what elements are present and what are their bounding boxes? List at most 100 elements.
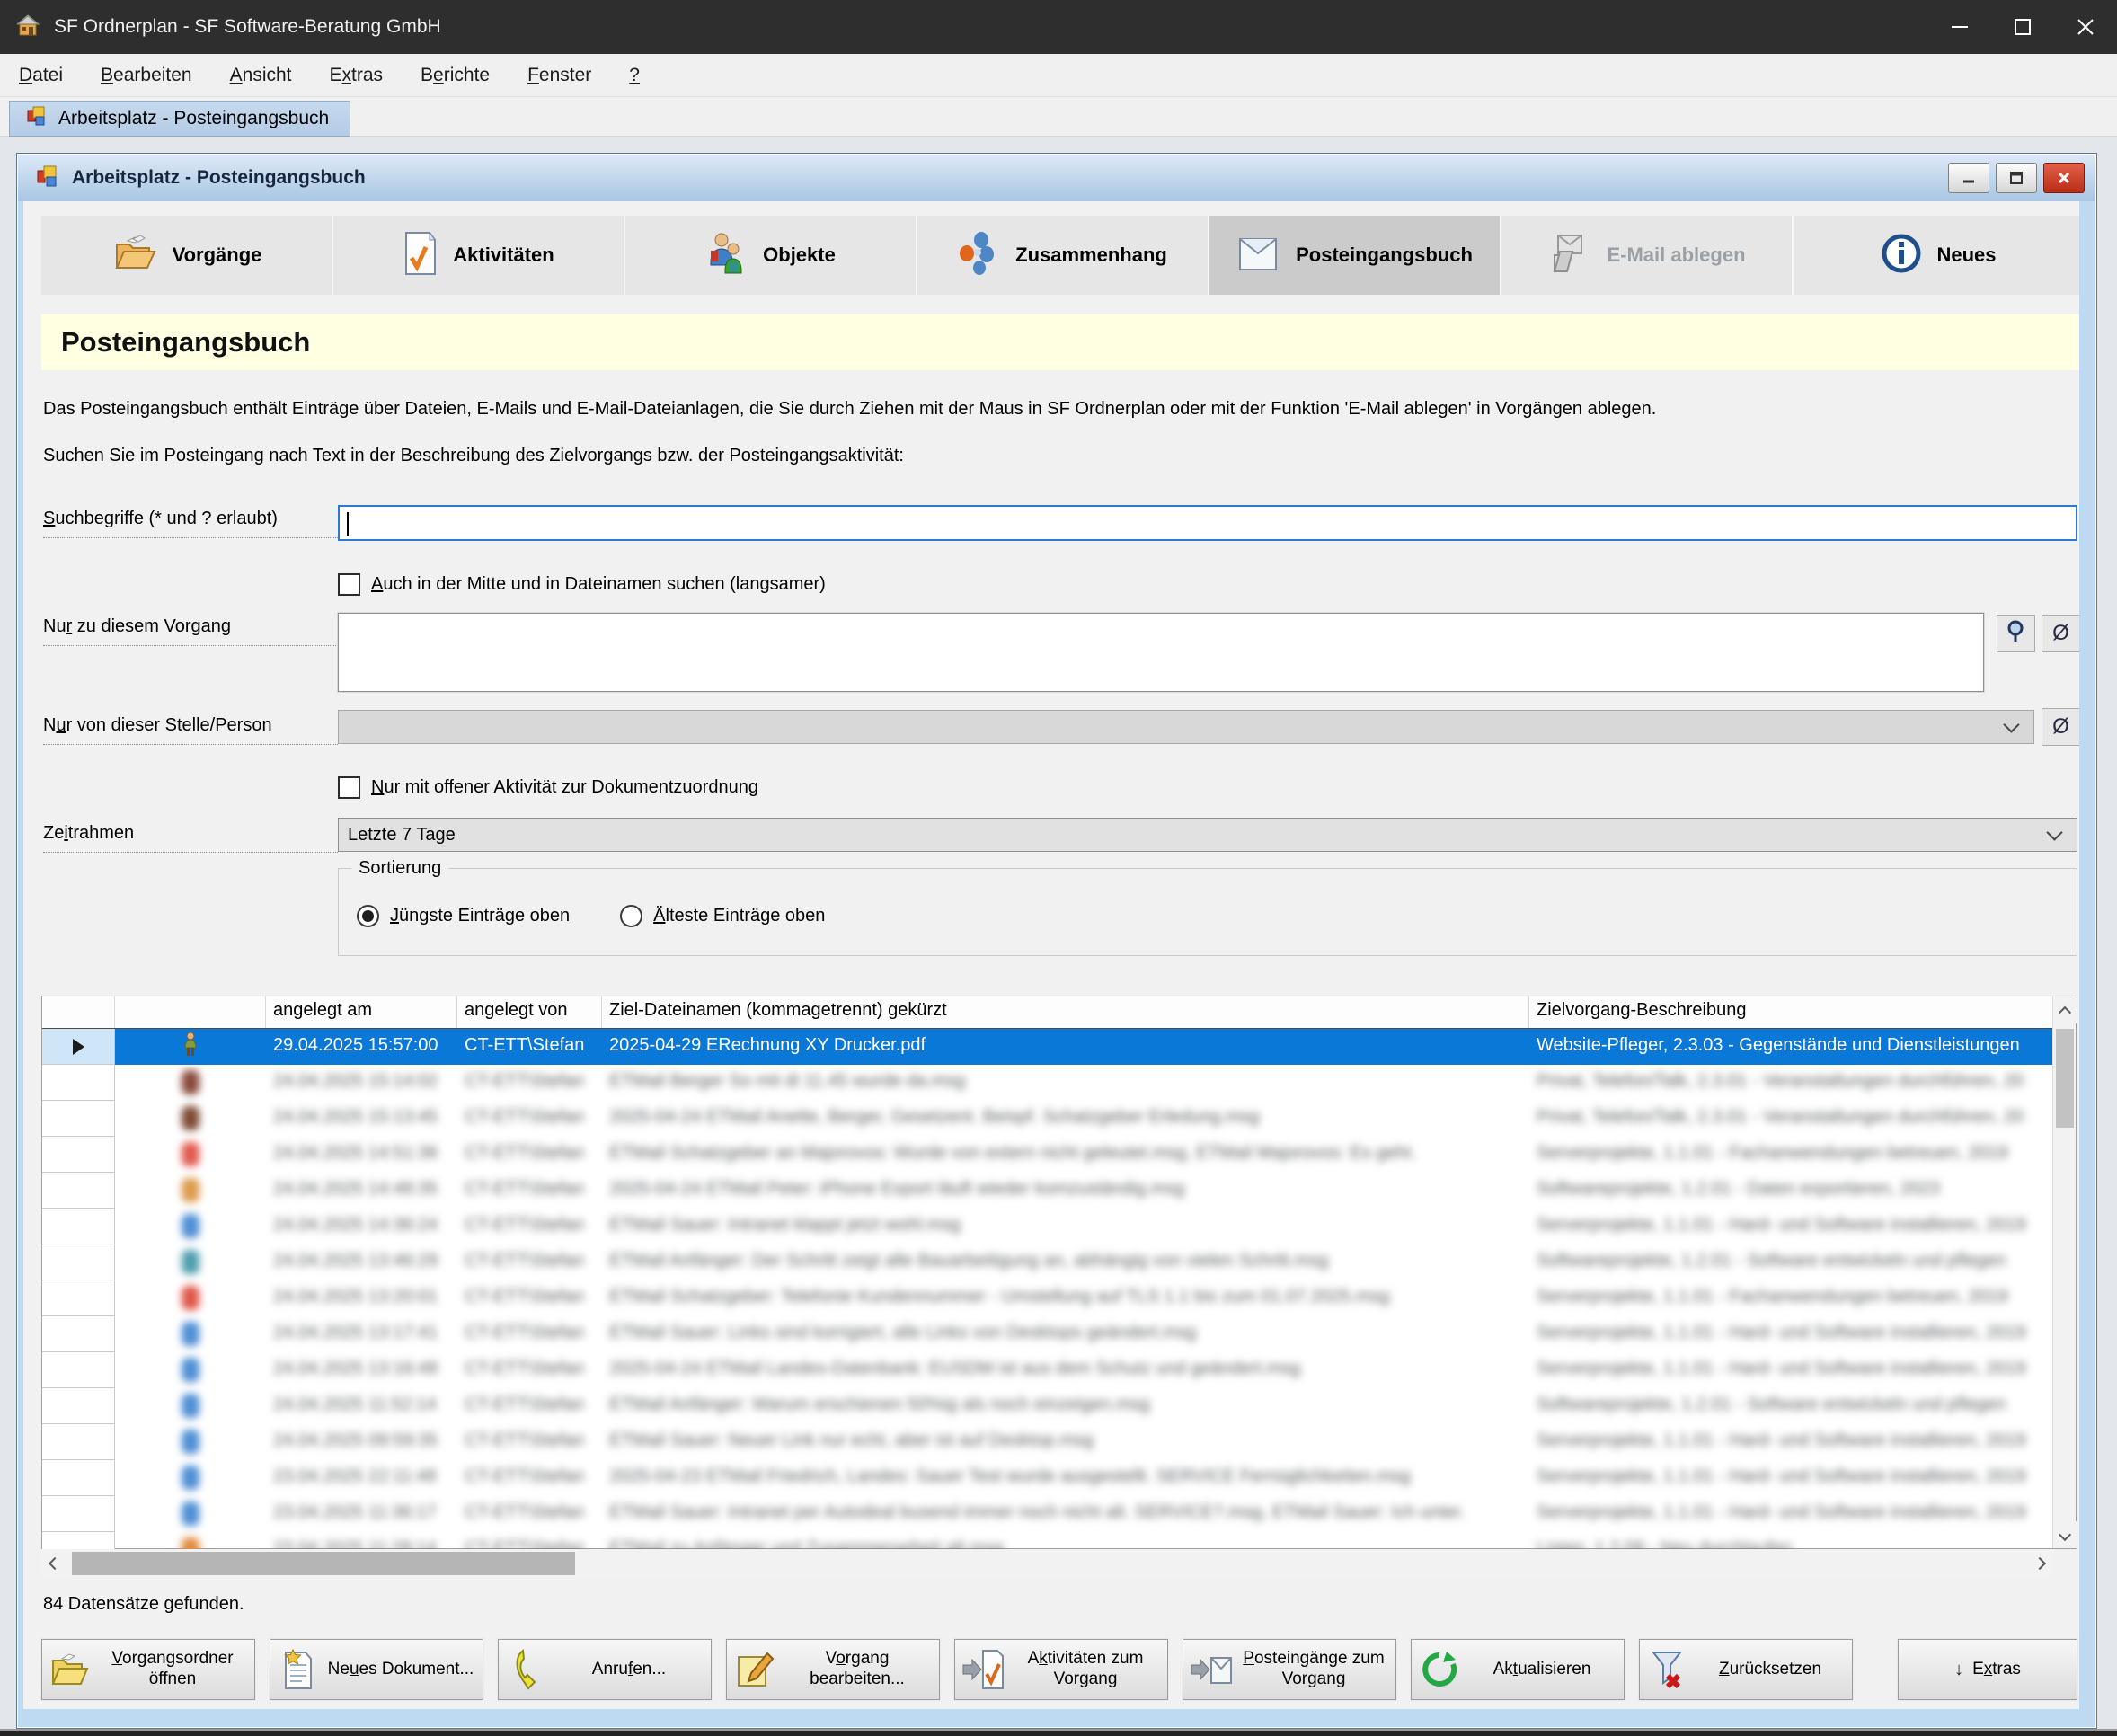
column-header-icon[interactable] (115, 996, 266, 1028)
posteingang-table: angelegt am angelegt von Ziel-Dateinamen… (41, 996, 2077, 1549)
extras-button[interactable]: ↓ Extras (1898, 1639, 2077, 1700)
row-selector-cell[interactable] (42, 1101, 115, 1137)
row-selector-cell[interactable] (42, 1316, 115, 1352)
menu-bearbeiten[interactable]: Bearbeiten (82, 65, 211, 86)
checkbox-search-middle[interactable] (338, 573, 360, 596)
table-row[interactable]: 24.04.2025 13:17:41 CT-ETT\Stefan ETMail… (42, 1316, 2054, 1352)
scroll-left-icon[interactable] (41, 1549, 68, 1578)
row-selector-cell[interactable] (42, 1280, 115, 1316)
vertical-scrollbar[interactable] (2052, 996, 2076, 1548)
minimize-icon[interactable] (1928, 0, 1991, 54)
row-selector-cell[interactable] (42, 1424, 115, 1460)
stelle-combobox[interactable] (338, 710, 2034, 744)
menu-extras[interactable]: Extras (311, 65, 403, 86)
tab-vorgaenge[interactable]: Vorgänge (41, 216, 333, 295)
table-header: angelegt am angelegt von Ziel-Dateinamen… (42, 996, 2054, 1029)
row-selector-cell[interactable] (42, 1496, 115, 1532)
vorgang-lookup-button[interactable] (1997, 615, 2035, 652)
form-squares-icon (26, 105, 48, 132)
table-row[interactable]: 23.04.2025 11:28:14 CT-ETT\Stefan ETMail… (42, 1532, 2054, 1549)
row-selector-cell[interactable] (42, 1173, 115, 1209)
row-selector-cell[interactable] (42, 1209, 115, 1244)
column-header-angelegt-von[interactable]: angelegt von (457, 996, 602, 1028)
document-tab-arbeitsplatz[interactable]: Arbeitsplatz - Posteingangsbuch (9, 101, 350, 137)
tab-neues[interactable]: Neues (1794, 216, 2079, 295)
radio-unselected-icon[interactable] (620, 905, 642, 927)
row-selector-cell[interactable] (42, 1065, 115, 1101)
row-selector-cell[interactable] (42, 1388, 115, 1424)
zeitrahmen-combobox[interactable]: Letzte 7 Tage (338, 818, 2077, 852)
close-icon[interactable] (2054, 0, 2117, 54)
horizontal-scroll-thumb[interactable] (72, 1552, 575, 1575)
menu-fenster[interactable]: Fenster (509, 65, 610, 86)
row-selector-cell[interactable] (42, 1460, 115, 1496)
posteingaenge-zum-vorgang-button[interactable]: Posteingänge zum Vorgang (1183, 1639, 1396, 1700)
tab-zusammenhang[interactable]: Zusammenhang (917, 216, 1209, 295)
radio-juengste[interactable]: Jüngste Einträge oben (357, 905, 570, 927)
menu-datei[interactable]: Datei (0, 65, 82, 86)
table-row[interactable]: 24.04.2025 15:13:45 CT-ETT\Stefan 2025-0… (42, 1101, 2054, 1137)
vorgang-filter-box[interactable] (338, 613, 1984, 692)
vorgang-clear-button[interactable]: Ø (2042, 615, 2079, 652)
row-icon-cell (115, 1424, 266, 1460)
row-selector-cell[interactable] (42, 1532, 115, 1549)
table-row[interactable]: 23.04.2025 11:36:17 CT-ETT\Stefan ETMail… (42, 1496, 2054, 1532)
table-row[interactable]: 24.04.2025 11:52:14 CT-ETT\Stefan ETMail… (42, 1388, 2054, 1424)
column-header-selector[interactable] (42, 996, 115, 1028)
table-row[interactable]: 24.04.2025 14:36:24 CT-ETT\Stefan ETMail… (42, 1209, 2054, 1244)
aktualisieren-button[interactable]: Aktualisieren (1411, 1639, 1625, 1700)
menu-hilfe[interactable]: ? (610, 65, 659, 86)
child-minimize-icon[interactable] (1948, 163, 1989, 193)
table-row[interactable]: 24.04.2025 13:20:01 CT-ETT\Stefan ETMail… (42, 1280, 2054, 1316)
child-titlebar[interactable]: Arbeitsplatz - Posteingangsbuch (18, 155, 2095, 201)
row-type-icon (182, 1501, 199, 1526)
column-header-angelegt-am[interactable]: angelegt am (266, 996, 457, 1028)
row-selector-cell[interactable] (42, 1352, 115, 1388)
table-row[interactable]: 24.04.2025 13:16:48 CT-ETT\Stefan 2025-0… (42, 1352, 2054, 1388)
table-row[interactable]: 24.04.2025 14:48:35 CT-ETT\Stefan 2025-0… (42, 1173, 2054, 1209)
checkbox-offene-aktivitaet[interactable] (338, 776, 360, 799)
menu-ansicht[interactable]: Ansicht (211, 65, 311, 86)
anrufen-button[interactable]: Anrufen... (498, 1639, 712, 1700)
tab-aktivitaeten[interactable]: Aktivitäten (333, 216, 625, 295)
horizontal-scrollbar[interactable] (41, 1549, 2053, 1578)
radio-aelteste[interactable]: Älteste Einträge oben (620, 905, 825, 927)
cell-beschreibung: Serverprojekte, 1.1.01 - Hard- und Softw… (1529, 1352, 2054, 1388)
column-header-beschreibung[interactable]: Zielvorgang-Beschreibung (1529, 996, 2054, 1028)
menu-berichte[interactable]: Berichte (402, 65, 509, 86)
vorgang-bearbeiten-button[interactable]: Vorgang bearbeiten... (726, 1639, 940, 1700)
zuruecksetzen-button[interactable]: Zurücksetzen (1639, 1639, 1853, 1700)
search-input[interactable] (338, 505, 2077, 541)
radio-selected-icon[interactable] (357, 905, 379, 927)
row-selector-cell[interactable] (42, 1029, 115, 1065)
cell-beschreibung: Softwareprojekte, 1.2.01 - Software entw… (1529, 1388, 2054, 1424)
neues-dokument-button[interactable]: Neues Dokument... (270, 1639, 483, 1700)
maximize-icon[interactable] (1991, 0, 2054, 54)
row-selector-cell[interactable] (42, 1244, 115, 1280)
scroll-up-icon[interactable] (2053, 996, 2077, 1023)
text-caret (347, 512, 349, 536)
row-selector-cell[interactable] (42, 1137, 115, 1173)
tab-objekte[interactable]: Objekte (625, 216, 917, 295)
table-row[interactable]: 24.04.2025 14:51:36 CT-ETT\Stefan ETMail… (42, 1137, 2054, 1173)
vertical-scroll-thumb[interactable] (2056, 1029, 2074, 1128)
table-row[interactable]: 24.04.2025 15:14:02 CT-ETT\Stefan ETMail… (42, 1065, 2054, 1101)
stelle-clear-button[interactable]: Ø (2042, 708, 2079, 746)
cell-angelegt-von: CT-ETT\Stefan (457, 1065, 602, 1101)
aktivitaeten-zum-vorgang-button[interactable]: Aktivitäten zum Vorgang (954, 1639, 1168, 1700)
cell-angelegt-am: 24.04.2025 14:36:24 (266, 1209, 457, 1244)
table-row-selected[interactable]: 29.04.2025 15:57:00 CT-ETT\Stefan 2025-0… (42, 1029, 2054, 1065)
tab-posteingangsbuch[interactable]: Posteingangsbuch (1209, 216, 1501, 295)
child-maximize-icon[interactable] (1996, 163, 2037, 193)
scroll-right-icon[interactable] (2026, 1549, 2053, 1578)
table-row[interactable]: 23.04.2025 22:11:48 CT-ETT\Stefan 2025-0… (42, 1460, 2054, 1496)
scroll-down-icon[interactable] (2053, 1521, 2077, 1548)
cell-angelegt-am: 23.04.2025 11:36:17 (266, 1496, 457, 1532)
page-title: Posteingangsbuch (61, 326, 310, 359)
table-row[interactable]: 24.04.2025 13:46:29 CT-ETT\Stefan ETMail… (42, 1244, 2054, 1280)
row-icon-cell (115, 1209, 266, 1244)
vorgangsordner-oeffnen-button[interactable]: Vorgangsordner öffnen (41, 1639, 255, 1700)
table-row[interactable]: 24.04.2025 09:59:35 CT-ETT\Stefan ETMail… (42, 1424, 2054, 1460)
column-header-dateinamen[interactable]: Ziel-Dateinamen (kommagetrennt) gekürzt (602, 996, 1529, 1028)
child-close-icon[interactable] (2043, 163, 2085, 193)
